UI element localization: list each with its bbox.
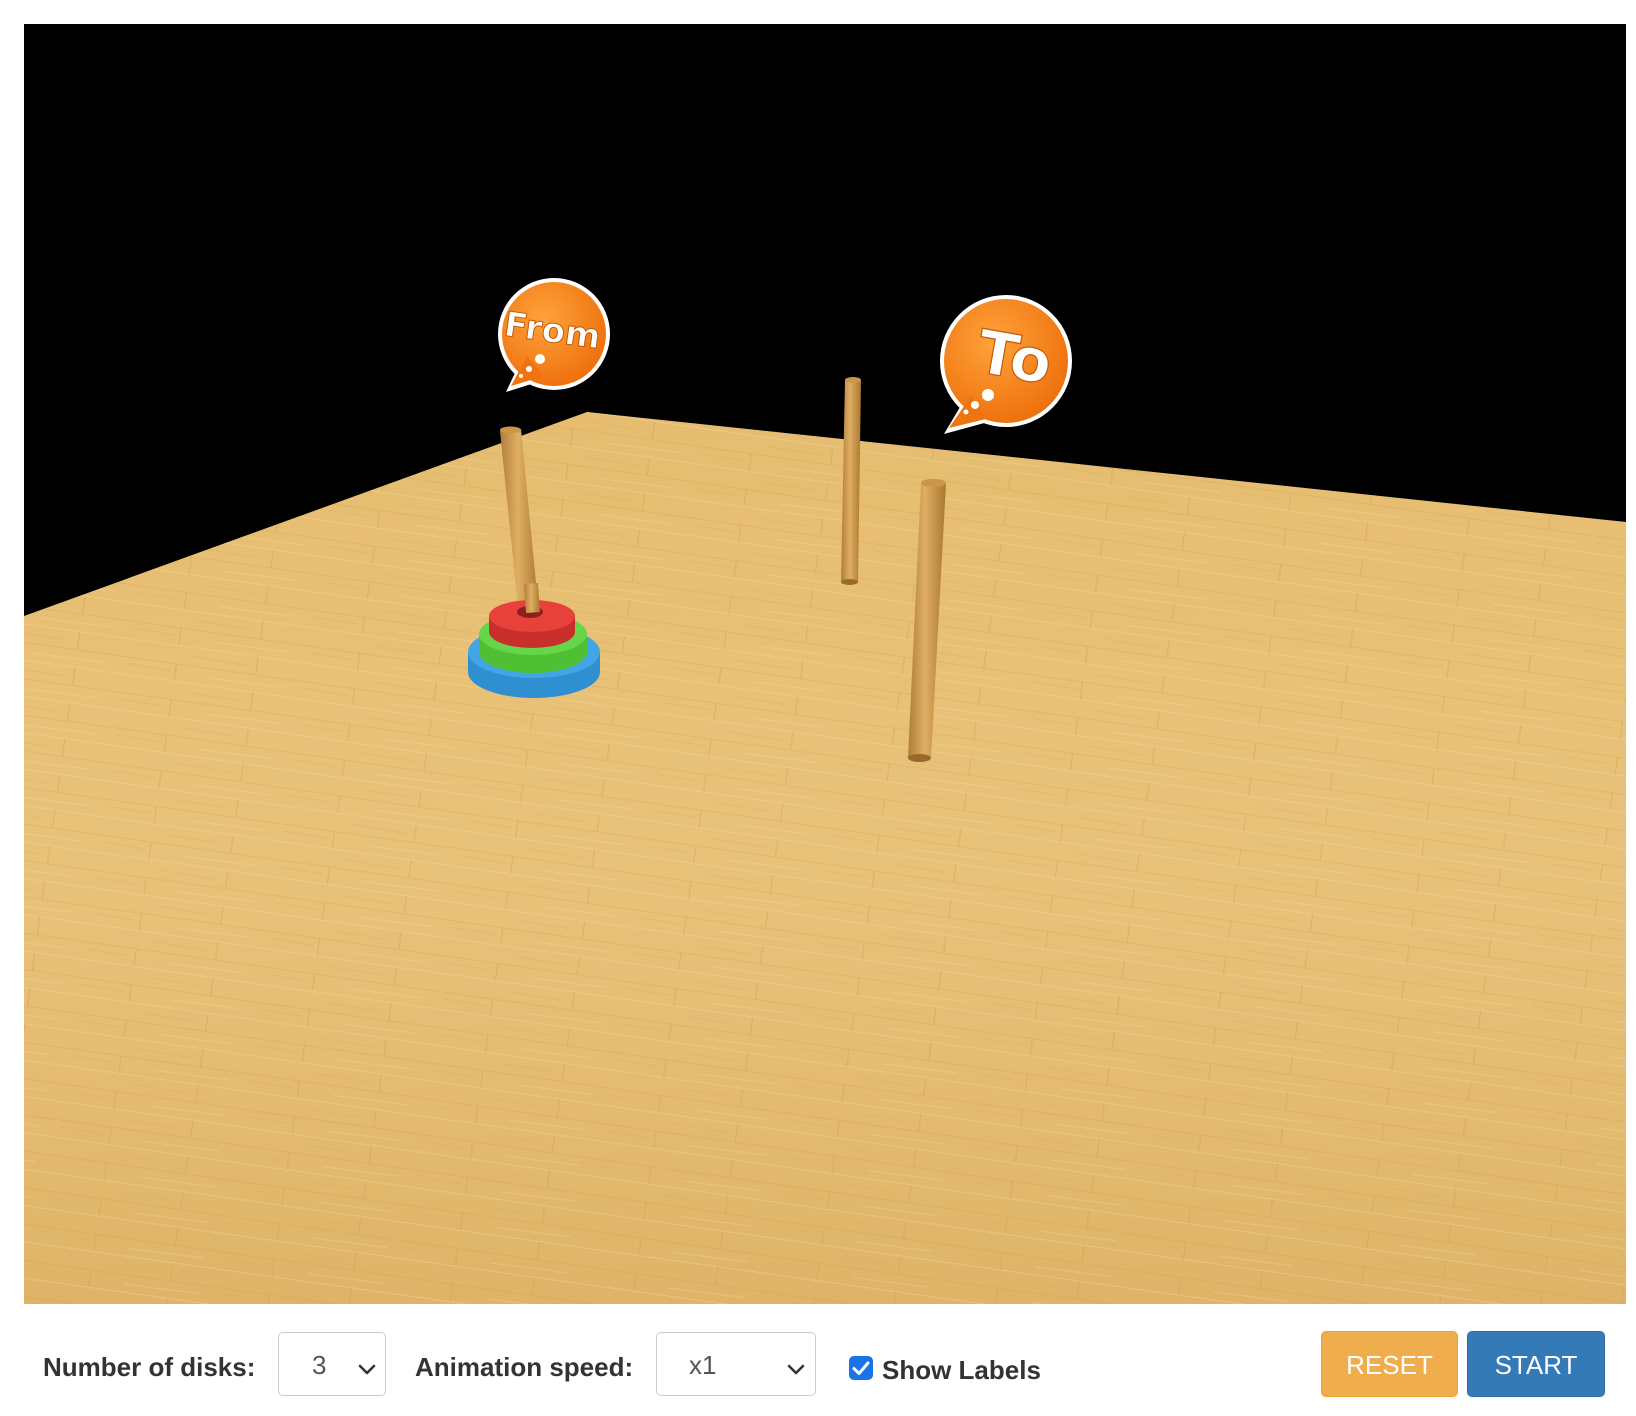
peg-middle	[841, 377, 861, 585]
checkmark-icon	[852, 1361, 870, 1375]
chevron-down-icon	[357, 1355, 377, 1386]
animation-speed-label: Animation speed:	[415, 1352, 634, 1382]
start-button[interactable]: START	[1467, 1331, 1605, 1397]
number-of-disks-label: Number of disks:	[43, 1352, 256, 1382]
reset-button[interactable]: RESET	[1321, 1331, 1458, 1397]
floor-plank-texture	[24, 412, 1626, 1304]
3d-scene-canvas[interactable]: From To	[24, 24, 1626, 1304]
animation-speed-value: x1	[689, 1350, 717, 1380]
show-labels-label[interactable]: Show Labels	[882, 1355, 1041, 1386]
control-bar: Number of disks: 3 Animation speed: x1 S…	[0, 1304, 1636, 1416]
to-label-bubble: To	[940, 295, 1072, 434]
show-labels-checkbox[interactable]	[849, 1356, 873, 1380]
scene-svg: From To	[24, 278, 1626, 1304]
to-label-text: To	[972, 317, 1057, 399]
from-label-bubble: From	[498, 278, 610, 392]
number-of-disks-select[interactable]: 3	[278, 1332, 386, 1396]
animation-speed-select[interactable]: x1	[656, 1332, 816, 1396]
chevron-down-icon	[786, 1355, 806, 1386]
number-of-disks-value: 3	[312, 1350, 327, 1380]
